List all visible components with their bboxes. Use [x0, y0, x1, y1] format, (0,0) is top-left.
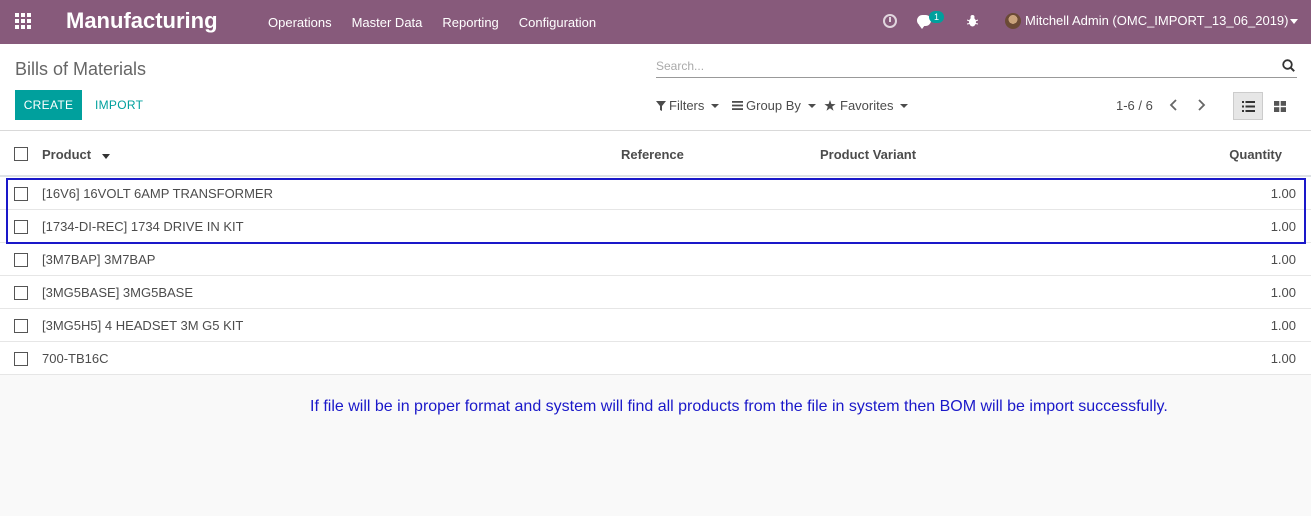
table-row[interactable]: 700-TB16C 1.00 — [0, 342, 1311, 375]
filter-icon — [656, 100, 666, 111]
pager-previous-icon[interactable] — [1167, 98, 1181, 112]
debug-bug-icon[interactable] — [967, 14, 978, 28]
menu-item-reporting[interactable]: Reporting — [432, 15, 508, 30]
table-row[interactable]: [3M7BAP] 3M7BAP 1.00 — [0, 243, 1311, 276]
row-quantity: 1.00 — [1270, 351, 1296, 366]
pager-value[interactable]: 1-6 / 6 — [1116, 98, 1153, 113]
menu-item-configuration[interactable]: Configuration — [509, 15, 606, 30]
row-product: 700-TB16C — [42, 351, 109, 366]
table-row[interactable]: [1734-DI-REC] 1734 DRIVE IN KIT 1.00 — [0, 210, 1311, 243]
bom-list: Product Reference Product Variant Quanti… — [0, 131, 1311, 375]
annotation-note: If file will be in proper format and sys… — [310, 398, 1168, 415]
column-header-reference[interactable]: Reference — [621, 147, 684, 162]
row-quantity: 1.00 — [1270, 219, 1296, 234]
column-header-product[interactable]: Product — [42, 147, 110, 162]
control-panel: Bills of Materials CREATE IMPORT Filters… — [0, 44, 1311, 131]
groupby-caret-icon — [807, 103, 816, 108]
table-row[interactable]: [3MG5H5] 4 HEADSET 3M G5 KIT 1.00 — [0, 309, 1311, 342]
user-menu[interactable]: Mitchell Admin (OMC_IMPORT_13_06_2019) — [1025, 13, 1289, 28]
star-icon — [824, 100, 836, 111]
column-header-variant[interactable]: Product Variant — [820, 147, 916, 162]
row-checkbox[interactable] — [14, 352, 28, 366]
user-avatar[interactable] — [1005, 13, 1021, 29]
row-checkbox[interactable] — [14, 220, 28, 234]
column-header-quantity[interactable]: Quantity — [1229, 147, 1282, 162]
row-checkbox[interactable] — [14, 286, 28, 300]
row-quantity: 1.00 — [1270, 318, 1296, 333]
groupby-dropdown[interactable]: Group By — [732, 98, 816, 113]
favorites-label: Favorites — [840, 98, 894, 113]
favorites-caret-icon — [900, 103, 909, 108]
create-button[interactable]: CREATE — [15, 90, 82, 120]
search-icon[interactable] — [1282, 59, 1295, 72]
groupby-label: Group By — [746, 98, 801, 113]
select-all-checkbox[interactable] — [14, 147, 28, 161]
groupby-bars-icon — [732, 101, 743, 110]
list-view-button[interactable] — [1233, 92, 1263, 120]
user-caret-icon[interactable] — [1290, 19, 1298, 24]
list-view-icon — [1241, 100, 1255, 112]
import-button[interactable]: IMPORT — [95, 98, 143, 112]
filters-caret-icon — [711, 103, 720, 108]
pager-next-icon[interactable] — [1194, 98, 1208, 112]
filters-label: Filters — [669, 98, 705, 113]
apps-menu-icon[interactable] — [15, 13, 33, 29]
row-checkbox[interactable] — [14, 253, 28, 267]
chat-count-badge: 1 — [929, 11, 945, 23]
breadcrumb: Bills of Materials — [15, 59, 147, 79]
menu-item-master-data[interactable]: Master Data — [342, 15, 433, 30]
row-checkbox[interactable] — [14, 319, 28, 333]
activity-clock-icon[interactable] — [883, 14, 897, 28]
app-title[interactable]: Manufacturing — [66, 8, 218, 34]
menu-item-operations[interactable]: Operations — [258, 15, 342, 30]
row-quantity: 1.00 — [1270, 186, 1296, 201]
row-product: [3MG5BASE] 3MG5BASE — [42, 285, 194, 300]
kanban-view-icon — [1274, 100, 1286, 112]
row-checkbox[interactable] — [14, 187, 28, 201]
search-box — [656, 56, 1297, 78]
table-row[interactable]: [16V6] 16VOLT 6AMP TRANSFORMER 1.00 — [0, 177, 1311, 210]
sort-caret-icon — [101, 154, 110, 159]
table-row[interactable]: [3MG5BASE] 3MG5BASE 1.00 — [0, 276, 1311, 309]
kanban-view-button[interactable] — [1265, 92, 1295, 120]
row-product: [3M7BAP] 3M7BAP — [42, 252, 156, 267]
row-quantity: 1.00 — [1270, 285, 1296, 300]
main-menu: Operations Master Data Reporting Configu… — [258, 0, 606, 44]
search-input[interactable] — [656, 56, 1266, 76]
filters-dropdown[interactable]: Filters — [656, 98, 720, 113]
row-product: [3MG5H5] 4 HEADSET 3M G5 KIT — [42, 318, 244, 333]
list-header: Product Reference Product Variant Quanti… — [0, 131, 1311, 177]
favorites-dropdown[interactable]: Favorites — [824, 98, 909, 113]
row-product: [16V6] 16VOLT 6AMP TRANSFORMER — [42, 186, 273, 201]
top-navbar: Manufacturing Operations Master Data Rep… — [0, 0, 1311, 44]
row-product: [1734-DI-REC] 1734 DRIVE IN KIT — [42, 219, 244, 234]
row-quantity: 1.00 — [1270, 252, 1296, 267]
column-product-label: Product — [42, 147, 92, 162]
